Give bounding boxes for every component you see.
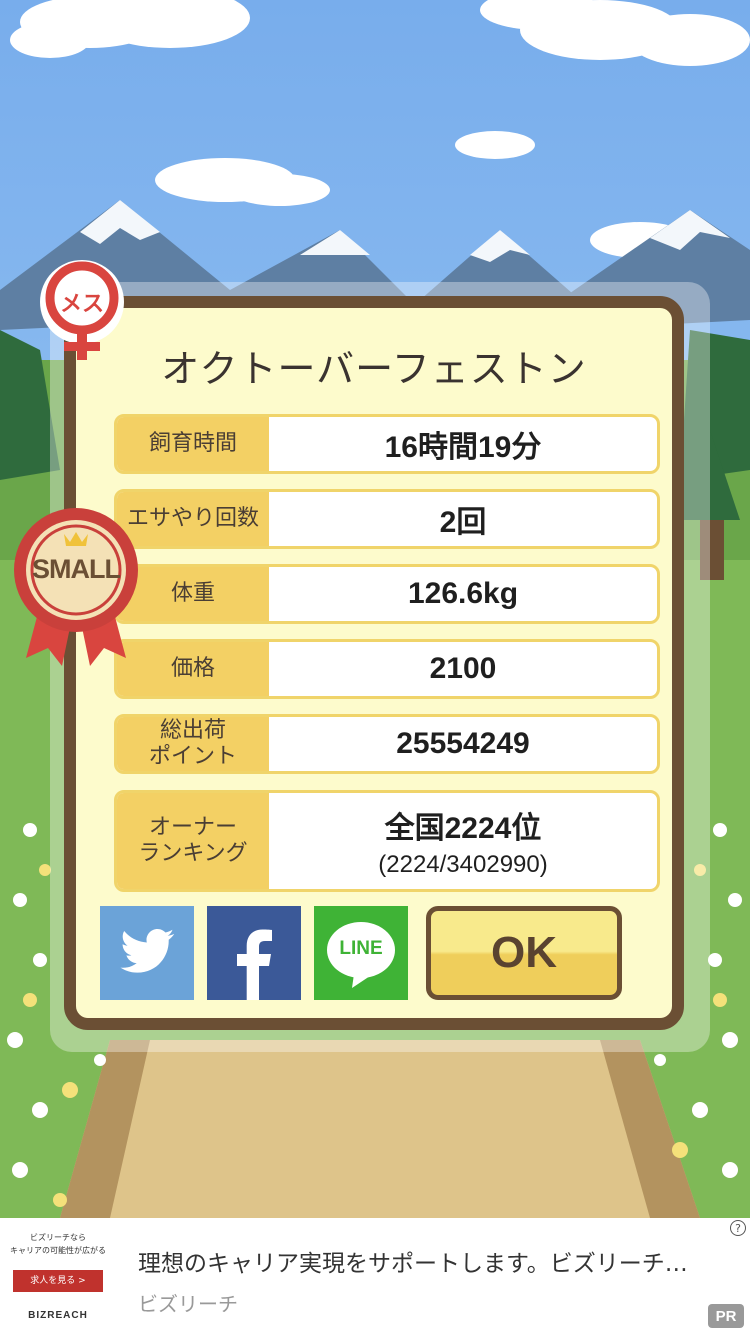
stat-label: 飼育時間 (117, 417, 269, 471)
ad-thumb-line2: キャリアの可能性が広がる (10, 1246, 106, 1255)
stat-row-ranking: オーナー ランキング 全国2224位 (2224/3402990) (114, 790, 660, 892)
stat-value: 2回 (269, 492, 657, 546)
size-medal: SMALL (12, 498, 140, 670)
ad-thumbnail[interactable]: ビズリーチなら キャリアの可能性が広がる 求人を見る > BIZREACH (10, 1226, 106, 1326)
total-points-value: 25554249 (396, 727, 530, 760)
twitter-share-button[interactable] (100, 906, 194, 1000)
pig-name: オクトーバーフェストン (161, 347, 587, 391)
stat-label: オーナー ランキング (117, 793, 269, 889)
stat-value: 16時間19分 (269, 417, 657, 471)
ad-sponsor: ビズリーチ (138, 1292, 238, 1316)
stat-label-line1: オーナー (148, 815, 237, 840)
gender-label: メス (59, 292, 104, 317)
stat-label-line2: ポイント (148, 744, 237, 769)
ad-title[interactable]: 理想のキャリア実現をサポートします。ビズリーチ… (138, 1244, 688, 1278)
stat-value: 2100 (269, 642, 657, 696)
stat-row-feed-count: エサやり回数 2回 (114, 489, 660, 549)
stat-row-weight: 体重 126.6kg (114, 564, 660, 624)
stat-value: 25554249 (269, 717, 657, 771)
line-label: LINE (339, 938, 383, 959)
facebook-share-button[interactable] (207, 906, 301, 1000)
ranking-detail: (2224/3402990) (378, 851, 548, 878)
stat-row-total-points: 総出荷 ポイント 25554249 (114, 714, 660, 774)
ad-info-icon[interactable]: ? (730, 1220, 746, 1236)
feed-count-value: 2回 (439, 506, 487, 539)
ad-banner[interactable]: ビズリーチなら キャリアの可能性が広がる 求人を見る > BIZREACH 理想… (0, 1218, 750, 1334)
price-value: 2100 (429, 652, 497, 685)
line-share-button[interactable]: LINE (314, 906, 408, 1000)
size-label: SMALL (32, 554, 121, 584)
breeding-time-value: 16時間19分 (384, 431, 542, 464)
stat-label-line2: ランキング (138, 841, 248, 866)
ad-thumb-button: 求人を見る > (13, 1270, 103, 1292)
stat-row-breeding-time: 飼育時間 16時間19分 (114, 414, 660, 474)
ad-pr-badge: PR (708, 1304, 744, 1328)
stat-value: 全国2224位 (2224/3402990) (269, 793, 657, 889)
result-panel: オクトーバーフェストン 飼育時間 16時間19分 エサやり回数 2回 体重 12… (64, 296, 684, 1030)
facebook-f-icon (237, 929, 272, 1000)
twitter-bird-icon (120, 929, 175, 973)
stat-row-price: 価格 2100 (114, 639, 660, 699)
stat-label: 総出荷 ポイント (117, 717, 269, 771)
ok-button[interactable]: OK (426, 906, 622, 1000)
female-badge: メス (36, 258, 128, 362)
stat-value: 126.6kg (269, 567, 657, 621)
stat-label-line1: 総出荷 (159, 718, 226, 743)
weight-value: 126.6kg (407, 577, 519, 610)
ranking-value: 全国2224位 (384, 812, 542, 845)
ad-thumb-logo: BIZREACH (28, 1310, 88, 1321)
ad-thumb-line1: ビズリーチなら (30, 1233, 86, 1242)
